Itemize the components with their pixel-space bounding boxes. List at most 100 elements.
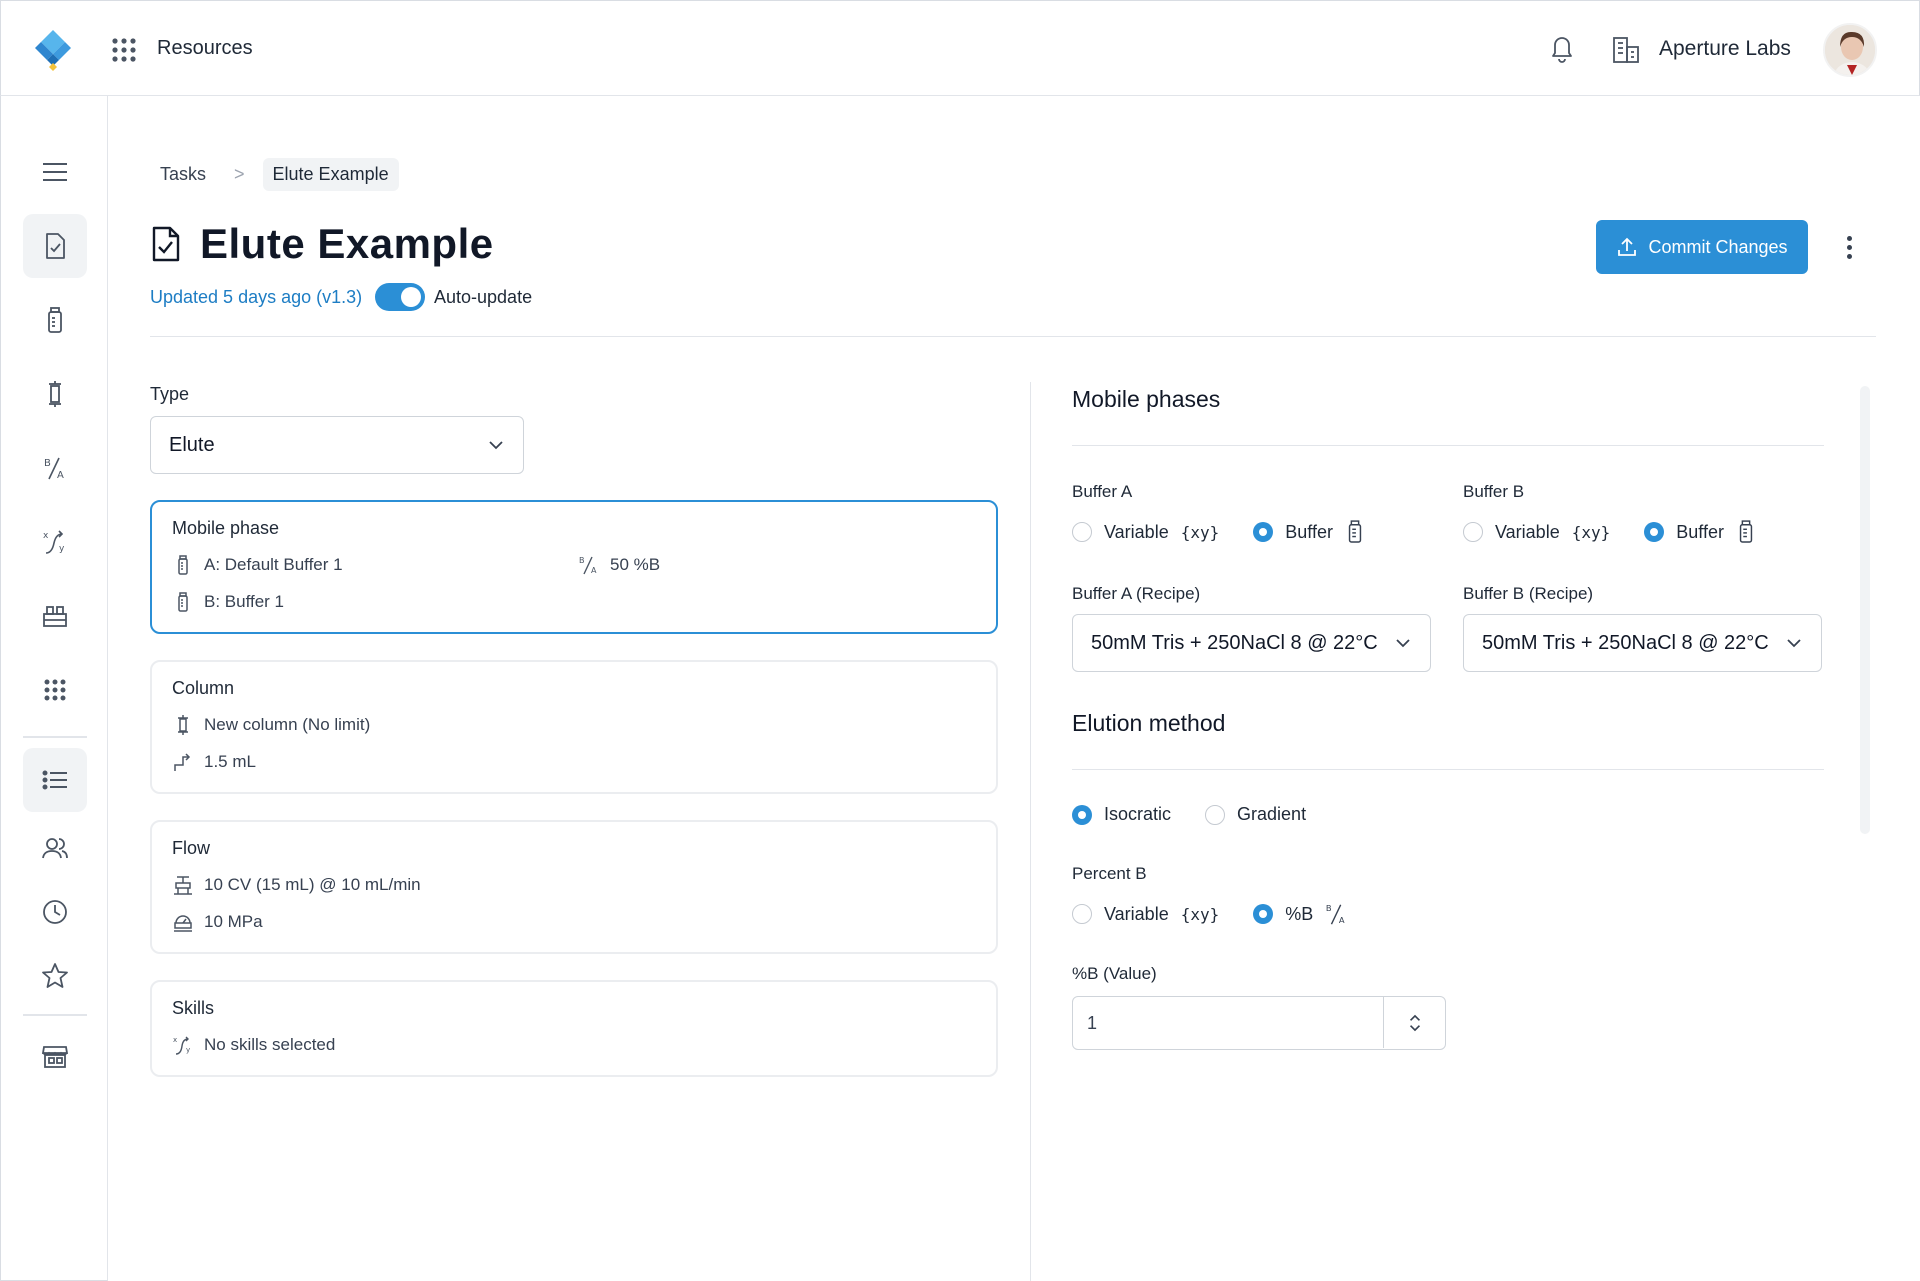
- svg-text:A: A: [591, 566, 597, 575]
- buffer-a-variable-option[interactable]: Variable {xy}: [1072, 522, 1219, 543]
- option-label: %B: [1285, 903, 1314, 924]
- buffer-b-recipe-select[interactable]: 50mM Tris + 250NaCl 8 @ 22°C: [1463, 614, 1822, 672]
- breadcrumb-current: Elute Example: [262, 158, 399, 191]
- type-select[interactable]: Elute: [150, 416, 524, 474]
- buffer-b-variable-option[interactable]: Variable {xy}: [1463, 522, 1610, 543]
- buffer-b-row: B: Buffer 1: [172, 591, 284, 613]
- buffer-b-label: Buffer B: [1463, 482, 1525, 501]
- column-icon: [178, 715, 188, 735]
- pressure-row: 10 MPa: [172, 911, 263, 933]
- right-panel-scrollbar[interactable]: [1860, 386, 1870, 834]
- commit-changes-button[interactable]: Commit Changes: [1596, 220, 1808, 274]
- resources-menu[interactable]: Resources: [157, 37, 253, 60]
- chevron-down-icon: [1787, 639, 1801, 648]
- commit-changes-label: Commit Changes: [1648, 236, 1788, 257]
- chevron-down-icon: [489, 441, 503, 450]
- sidebar-item-list[interactable]: [23, 748, 87, 812]
- flow-rate-row: 10 CV (15 mL) @ 10 mL/min: [172, 874, 421, 896]
- flow-rate-icon: [174, 876, 192, 895]
- bottle-icon: [1348, 520, 1362, 543]
- sidebar-divider: [23, 1014, 87, 1016]
- skills-card[interactable]: Skills xy No skills selected: [150, 980, 998, 1077]
- buffer-a-value: A: Default Buffer 1: [204, 555, 343, 574]
- option-label: Gradient: [1237, 804, 1307, 824]
- apps-grid-icon[interactable]: [111, 37, 137, 63]
- upload-icon: [1618, 237, 1637, 256]
- grid-dots-icon: [44, 679, 66, 701]
- sidebar-item-instruments[interactable]: [23, 584, 87, 648]
- sidebar-item-skills[interactable]: xy: [23, 510, 87, 574]
- sidebar-item-tasks[interactable]: [23, 214, 87, 278]
- percent-b-icon: BA: [579, 556, 597, 575]
- organization-name[interactable]: Aperture Labs: [1659, 37, 1791, 61]
- app-logo[interactable]: [31, 28, 75, 72]
- sidebar-item-columns[interactable]: [23, 362, 87, 426]
- sidebar-item-marketplace[interactable]: [23, 1024, 87, 1088]
- radio-unchecked[interactable]: [1072, 904, 1092, 924]
- buffer-b-buffer-option[interactable]: Buffer: [1644, 520, 1756, 544]
- card-title: Mobile phase: [172, 518, 280, 538]
- user-avatar[interactable]: [1823, 23, 1877, 77]
- chevron-down-icon: [1396, 639, 1410, 648]
- percent-b-row: BA 50 %B: [578, 554, 660, 576]
- percent-b-variable-option[interactable]: Variable {xy}: [1072, 904, 1219, 925]
- svg-text:x: x: [173, 1036, 177, 1044]
- notifications-bell-icon[interactable]: [1548, 33, 1576, 63]
- variable-icon: {xy}: [1180, 904, 1220, 924]
- svg-text:A: A: [1339, 915, 1345, 925]
- skills-icon: xy: [43, 530, 65, 554]
- pressure-gauge-icon: [174, 915, 192, 932]
- column-name-row: New column (No limit): [172, 714, 370, 736]
- percent-b-input[interactable]: [1087, 1011, 1367, 1035]
- type-label: Type: [150, 384, 190, 404]
- column-name-value: New column (No limit): [204, 715, 371, 734]
- isocratic-option[interactable]: Isocratic: [1072, 804, 1171, 825]
- column-card[interactable]: Column New column (No limit) 1.5 mL: [150, 660, 998, 794]
- header-divider: [150, 336, 1876, 337]
- version-link[interactable]: Updated 5 days ago (v1.3): [150, 287, 362, 308]
- breadcrumb-tasks[interactable]: Tasks: [150, 158, 216, 191]
- users-icon: [42, 838, 68, 859]
- breadcrumb-separator: >: [234, 164, 245, 184]
- radio-checked[interactable]: [1072, 804, 1092, 825]
- radio-unchecked[interactable]: [1463, 522, 1483, 542]
- sidebar-divider: [23, 736, 87, 738]
- more-options-icon[interactable]: [1836, 230, 1862, 264]
- page-header: Elute Example: [150, 220, 494, 268]
- sidebar-item-gradients[interactable]: BA: [23, 436, 87, 500]
- buffer-b-source-radio: Variable {xy} Buffer: [1463, 520, 1778, 544]
- sidebar-item-favorites[interactable]: [23, 944, 87, 1008]
- menu-toggle-icon[interactable]: [23, 140, 87, 204]
- stepper-arrows[interactable]: [1383, 997, 1445, 1048]
- buffer-a-source-radio: Variable {xy} Buffer: [1072, 520, 1387, 544]
- radio-unchecked[interactable]: [1072, 522, 1092, 542]
- pressure-value: 10 MPa: [204, 912, 263, 931]
- buffer-a-recipe-select[interactable]: 50mM Tris + 250NaCl 8 @ 22°C: [1072, 614, 1431, 672]
- percent-b-icon: BA: [1326, 903, 1345, 925]
- skills-icon: xy: [173, 1036, 190, 1055]
- column-volume-row: 1.5 mL: [172, 751, 256, 773]
- sidebar-item-apps[interactable]: [23, 658, 87, 722]
- gradient-option[interactable]: Gradient: [1205, 804, 1306, 825]
- radio-checked[interactable]: [1253, 522, 1274, 542]
- radio-checked[interactable]: [1644, 522, 1665, 542]
- sidebar-item-buffers[interactable]: [23, 288, 87, 352]
- auto-update-label: Auto-update: [434, 287, 533, 307]
- percent-b-label: Percent B: [1072, 864, 1147, 883]
- percent-b-value-option[interactable]: %B BA: [1253, 902, 1349, 926]
- buffer-a-buffer-option[interactable]: Buffer: [1253, 520, 1365, 544]
- column-icon: [49, 381, 61, 407]
- sidebar-item-users[interactable]: [23, 816, 87, 880]
- auto-update-toggle[interactable]: [375, 283, 425, 311]
- star-icon: [42, 963, 68, 988]
- mobile-phase-card[interactable]: Mobile phase A: Default Buffer 1 B: Buff…: [150, 500, 998, 634]
- clock-icon: [43, 900, 67, 924]
- radio-checked[interactable]: [1253, 904, 1274, 924]
- sidebar-item-history[interactable]: [23, 880, 87, 944]
- radio-unchecked[interactable]: [1205, 804, 1226, 825]
- option-label: Buffer: [1285, 521, 1333, 542]
- flow-card[interactable]: Flow 10 CV (15 mL) @ 10 mL/min 10 MPa: [150, 820, 998, 954]
- option-label: Variable: [1104, 903, 1169, 924]
- up-down-chevron-icon: [1409, 1014, 1420, 1031]
- bottle-icon: [178, 592, 188, 612]
